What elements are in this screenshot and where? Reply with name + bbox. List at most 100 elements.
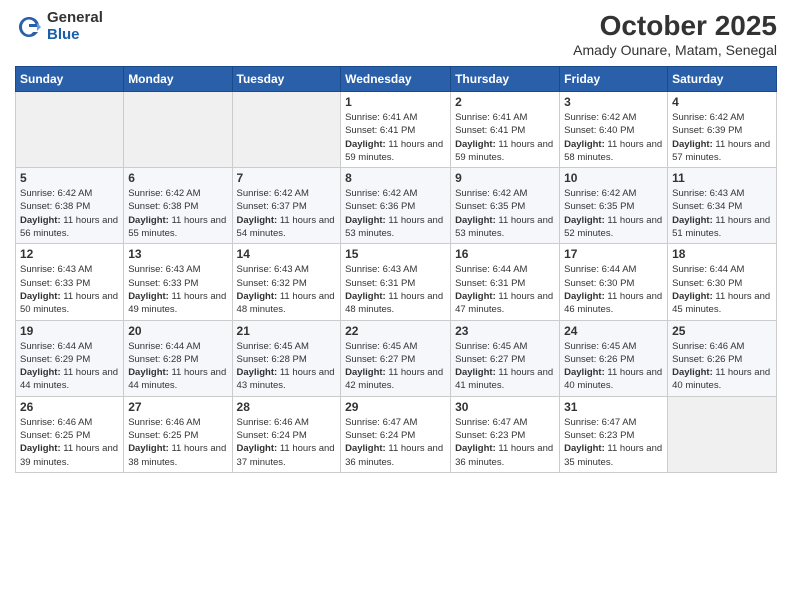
- col-sunday: Sunday: [16, 67, 124, 92]
- day-number: 9: [455, 171, 555, 185]
- calendar-cell: 27 Sunrise: 6:46 AMSunset: 6:25 PMDayligh…: [124, 396, 232, 472]
- col-thursday: Thursday: [451, 67, 560, 92]
- header: General Blue October 2025 Amady Ounare, …: [15, 10, 777, 58]
- day-number: 20: [128, 324, 227, 338]
- calendar-cell: 28Sunrise: 6:46 AMSunset: 6:24 PMDayligh…: [232, 396, 341, 472]
- day-number: 16: [455, 247, 555, 261]
- calendar-cell: 18Sunrise: 6:44 AMSunset: 6:30 PMDayligh…: [668, 244, 777, 320]
- calendar-cell: 7 Sunrise: 6:42 AMSunset: 6:37 PMDaylight…: [232, 168, 341, 244]
- logo-general: General: [47, 10, 103, 27]
- calendar-cell: 4Sunrise: 6:42 AMSunset: 6:39 PMDaylight…: [668, 92, 777, 168]
- logo-icon: [15, 13, 43, 41]
- calendar-cell: 13Sunrise: 6:43 AMSunset: 6:33 PMDayligh…: [124, 244, 232, 320]
- day-number: 11: [672, 171, 772, 185]
- calendar-cell: 15Sunrise: 6:43 AMSunset: 6:31 PMDayligh…: [341, 244, 451, 320]
- calendar-week-row: 19 Sunrise: 6:44 AMSunset: 6:29 PMDayligh…: [16, 320, 777, 396]
- calendar-cell: 1Sunrise: 6:41 AMSunset: 6:41 PMDaylight…: [341, 92, 451, 168]
- title-block: October 2025 Amady Ounare, Matam, Senega…: [573, 10, 777, 58]
- calendar-cell: 8 Sunrise: 6:42 AMSunset: 6:36 PMDaylight…: [341, 168, 451, 244]
- day-info: Sunrise: 6:44 AMSunset: 6:31 PMDaylight:…: [455, 263, 555, 316]
- calendar-cell: 22Sunrise: 6:45 AMSunset: 6:27 PMDayligh…: [341, 320, 451, 396]
- calendar-cell: 9 Sunrise: 6:42 AMSunset: 6:35 PMDaylight…: [451, 168, 560, 244]
- day-info: Sunrise: 6:42 AMSunset: 6:35 PMDaylight:…: [455, 187, 555, 240]
- day-number: 13: [128, 247, 227, 261]
- day-info: Sunrise: 6:41 AMSunset: 6:41 PMDaylight:…: [345, 111, 446, 164]
- col-monday: Monday: [124, 67, 232, 92]
- calendar-cell: 17Sunrise: 6:44 AMSunset: 6:30 PMDayligh…: [560, 244, 668, 320]
- day-info: Sunrise: 6:45 AMSunset: 6:26 PMDaylight:…: [564, 340, 663, 393]
- day-info: Sunrise: 6:42 AMSunset: 6:36 PMDaylight:…: [345, 187, 446, 240]
- calendar-cell: 12 Sunrise: 6:43 AMSunset: 6:33 PMDayligh…: [16, 244, 124, 320]
- calendar-cell: 30Sunrise: 6:47 AMSunset: 6:23 PMDayligh…: [451, 396, 560, 472]
- day-number: 29: [345, 400, 446, 414]
- day-number: 19: [20, 324, 119, 338]
- day-info: Sunrise: 6:44 AMSunset: 6:30 PMDaylight:…: [672, 263, 772, 316]
- day-number: 10: [564, 171, 663, 185]
- calendar-cell: 24 Sunrise: 6:45 AMSunset: 6:26 PMDayligh…: [560, 320, 668, 396]
- logo-blue: Blue: [47, 27, 103, 44]
- day-info: Sunrise: 6:46 AMSunset: 6:25 PMDaylight:…: [128, 416, 227, 469]
- logo-text: General Blue: [47, 10, 103, 43]
- day-number: 3: [564, 95, 663, 109]
- calendar-cell: 3 Sunrise: 6:42 AMSunset: 6:40 PMDaylight…: [560, 92, 668, 168]
- day-number: 8: [345, 171, 446, 185]
- day-info: Sunrise: 6:45 AMSunset: 6:28 PMDaylight:…: [237, 340, 337, 393]
- day-number: 23: [455, 324, 555, 338]
- calendar-cell: 16 Sunrise: 6:44 AMSunset: 6:31 PMDayligh…: [451, 244, 560, 320]
- day-info: Sunrise: 6:46 AMSunset: 6:26 PMDaylight:…: [672, 340, 772, 393]
- calendar-cell: 31 Sunrise: 6:47 AMSunset: 6:23 PMDayligh…: [560, 396, 668, 472]
- calendar-cell: [124, 92, 232, 168]
- day-info: Sunrise: 6:42 AMSunset: 6:37 PMDaylight:…: [237, 187, 337, 240]
- location-subtitle: Amady Ounare, Matam, Senegal: [573, 42, 777, 58]
- calendar-cell: 5 Sunrise: 6:42 AMSunset: 6:38 PMDaylight…: [16, 168, 124, 244]
- col-saturday: Saturday: [668, 67, 777, 92]
- day-info: Sunrise: 6:46 AMSunset: 6:25 PMDaylight:…: [20, 416, 119, 469]
- day-number: 21: [237, 324, 337, 338]
- calendar-cell: 6 Sunrise: 6:42 AMSunset: 6:38 PMDaylight…: [124, 168, 232, 244]
- calendar-cell: 20 Sunrise: 6:44 AMSunset: 6:28 PMDayligh…: [124, 320, 232, 396]
- day-number: 6: [128, 171, 227, 185]
- calendar-cell: 25Sunrise: 6:46 AMSunset: 6:26 PMDayligh…: [668, 320, 777, 396]
- day-info: Sunrise: 6:45 AMSunset: 6:27 PMDaylight:…: [345, 340, 446, 393]
- calendar-cell: 21 Sunrise: 6:45 AMSunset: 6:28 PMDayligh…: [232, 320, 341, 396]
- col-wednesday: Wednesday: [341, 67, 451, 92]
- day-number: 15: [345, 247, 446, 261]
- day-info: Sunrise: 6:43 AMSunset: 6:33 PMDaylight:…: [20, 263, 119, 316]
- day-info: Sunrise: 6:43 AMSunset: 6:34 PMDaylight:…: [672, 187, 772, 240]
- day-info: Sunrise: 6:42 AMSunset: 6:39 PMDaylight:…: [672, 111, 772, 164]
- day-number: 31: [564, 400, 663, 414]
- calendar-cell: 29Sunrise: 6:47 AMSunset: 6:24 PMDayligh…: [341, 396, 451, 472]
- day-info: Sunrise: 6:44 AMSunset: 6:29 PMDaylight:…: [20, 340, 119, 393]
- calendar-cell: [668, 396, 777, 472]
- day-number: 14: [237, 247, 337, 261]
- day-number: 26: [20, 400, 119, 414]
- day-info: Sunrise: 6:42 AMSunset: 6:35 PMDaylight:…: [564, 187, 663, 240]
- day-number: 5: [20, 171, 119, 185]
- day-info: Sunrise: 6:41 AMSunset: 6:41 PMDaylight:…: [455, 111, 555, 164]
- day-number: 30: [455, 400, 555, 414]
- day-info: Sunrise: 6:44 AMSunset: 6:28 PMDaylight:…: [128, 340, 227, 393]
- day-info: Sunrise: 6:42 AMSunset: 6:38 PMDaylight:…: [20, 187, 119, 240]
- calendar-week-row: 5 Sunrise: 6:42 AMSunset: 6:38 PMDaylight…: [16, 168, 777, 244]
- month-title: October 2025: [573, 10, 777, 42]
- calendar-cell: 11 Sunrise: 6:43 AMSunset: 6:34 PMDayligh…: [668, 168, 777, 244]
- calendar-cell: 26 Sunrise: 6:46 AMSunset: 6:25 PMDayligh…: [16, 396, 124, 472]
- calendar-week-row: 12 Sunrise: 6:43 AMSunset: 6:33 PMDayligh…: [16, 244, 777, 320]
- day-info: Sunrise: 6:42 AMSunset: 6:40 PMDaylight:…: [564, 111, 663, 164]
- day-number: 27: [128, 400, 227, 414]
- day-number: 28: [237, 400, 337, 414]
- calendar-table: Sunday Monday Tuesday Wednesday Thursday…: [15, 66, 777, 473]
- page: General Blue October 2025 Amady Ounare, …: [0, 0, 792, 612]
- day-info: Sunrise: 6:42 AMSunset: 6:38 PMDaylight:…: [128, 187, 227, 240]
- day-number: 12: [20, 247, 119, 261]
- day-info: Sunrise: 6:47 AMSunset: 6:23 PMDaylight:…: [564, 416, 663, 469]
- day-number: 7: [237, 171, 337, 185]
- day-number: 24: [564, 324, 663, 338]
- calendar-cell: [16, 92, 124, 168]
- logo: General Blue: [15, 10, 103, 43]
- col-friday: Friday: [560, 67, 668, 92]
- day-number: 2: [455, 95, 555, 109]
- day-info: Sunrise: 6:44 AMSunset: 6:30 PMDaylight:…: [564, 263, 663, 316]
- calendar-cell: 19 Sunrise: 6:44 AMSunset: 6:29 PMDayligh…: [16, 320, 124, 396]
- calendar-header-row: Sunday Monday Tuesday Wednesday Thursday…: [16, 67, 777, 92]
